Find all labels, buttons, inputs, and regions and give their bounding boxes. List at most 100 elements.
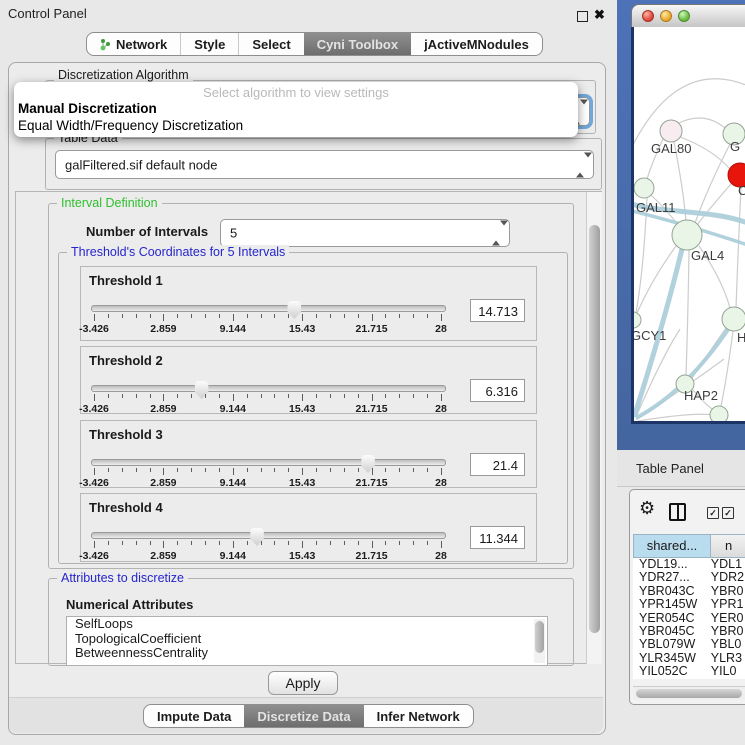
table-row[interactable]: YLR345WYLR3 [633, 652, 745, 665]
slider-track[interactable] [91, 459, 446, 466]
slider-track[interactable] [91, 532, 446, 539]
table-row[interactable]: YBR043CYBR0 [633, 585, 745, 598]
table-row[interactable]: YBR045CYBR0 [633, 625, 745, 638]
numerical-attributes-heading: Numerical Attributes [66, 597, 193, 612]
table-row[interactable]: YDR27...YDR2 [633, 571, 745, 584]
tab-label: Impute Data [157, 709, 231, 724]
spinner-arrows-icon [492, 226, 500, 241]
split-columns-icon[interactable] [669, 503, 686, 521]
algorithm-option-manual[interactable]: Manual Discretization [18, 101, 157, 116]
tick-label: 28 [435, 323, 447, 335]
network-node-label: HAP2 [684, 388, 718, 403]
attributes-title: Attributes to discretize [57, 571, 188, 585]
cell-name: YLR3 [706, 652, 745, 665]
tab-cyni-toolbox[interactable]: Cyni Toolbox [304, 33, 411, 55]
bottom-tab-infer-network[interactable]: Infer Network [364, 705, 473, 727]
network-node-label: G [730, 139, 740, 154]
cell-shared-name: YBL079W [633, 638, 706, 651]
slider-tick-labels: -3.4262.8599.14415.4321.71528 [94, 403, 441, 415]
tab-style[interactable]: Style [180, 33, 238, 55]
tab-label: jActiveMNodules [424, 37, 529, 52]
network-node-green[interactable] [710, 406, 728, 421]
tick-label: 9.144 [220, 323, 246, 335]
table-panel-window: ⚙ ✓ ✓ shared... n YDL19...YDL1YDR27...YD… [629, 489, 745, 705]
slider-ticks [94, 314, 441, 322]
algorithm-dropdown-popup: Select algorithm to view settings Manual… [14, 82, 578, 137]
table-body: YDL19...YDL1YDR27...YDR2YBR043CYBR0YPR14… [633, 558, 745, 679]
slider-tick-labels: -3.4262.8599.14415.4321.71528 [94, 323, 441, 335]
tick-label: 2.859 [150, 477, 176, 489]
table-panel-title: Table Panel [636, 461, 704, 476]
algorithm-option-equal-width[interactable]: Equal Width/Frequency Discretization [18, 118, 243, 133]
table-row[interactable]: YBL079WYBL0 [633, 638, 745, 651]
threshold-value-field[interactable]: 11.344 [470, 526, 525, 549]
tick-label: 21.715 [356, 323, 388, 335]
horizontal-scrollbar[interactable] [633, 686, 745, 700]
select-all-checkbox-icon[interactable]: ✓ [722, 507, 734, 519]
column-header-shared[interactable]: shared... [633, 534, 711, 558]
tick-label: -3.426 [79, 403, 109, 415]
slider-track[interactable] [91, 385, 446, 392]
vertical-scrollbar-thumb[interactable] [589, 225, 600, 633]
bottom-tab-bar: Impute Data Discretize DataInfer Network [143, 704, 474, 728]
tab-select[interactable]: Select [238, 33, 303, 55]
attribute-list-item[interactable]: TopologicalCoefficient [67, 632, 547, 647]
table-row[interactable]: YIL052CYIL0 [633, 665, 745, 678]
list-scrollbar[interactable] [534, 619, 545, 663]
tick-label: 21.715 [356, 403, 388, 415]
close-traffic-light-icon[interactable] [642, 10, 654, 22]
close-icon[interactable]: ✖ [594, 7, 605, 23]
num-intervals-spinner[interactable]: 5 [220, 219, 510, 247]
table-data-combobox[interactable]: galFiltered.sif default node [55, 150, 594, 179]
network-node-green[interactable] [722, 307, 745, 331]
list-scrollbar-thumb[interactable] [535, 621, 544, 653]
table-row[interactable]: YPR145WYPR1 [633, 598, 745, 611]
bottom-tab-impute-data[interactable]: Impute Data [144, 705, 244, 727]
table-data-value: galFiltered.sif default node [65, 157, 217, 172]
attribute-list-item[interactable]: SelfLoops [67, 617, 547, 632]
threshold-value-field[interactable]: 14.713 [470, 299, 525, 322]
network-edge [721, 331, 733, 406]
network-node-green[interactable] [634, 312, 641, 328]
minimize-traffic-light-icon[interactable] [660, 10, 672, 22]
network-icon [100, 38, 111, 51]
tick-label: 2.859 [150, 323, 176, 335]
top-tab-bar: NetworkStyleSelectCyni Toolbox jActiveMNo… [86, 32, 543, 56]
slider-tick-labels: -3.4262.8599.14415.4321.71528 [94, 550, 441, 562]
attribute-list-item[interactable]: BetweennessCentrality [67, 646, 547, 661]
vertical-scrollbar[interactable] [586, 192, 602, 664]
network-node-green[interactable] [672, 220, 702, 250]
network-node-pink[interactable] [660, 120, 682, 142]
zoom-traffic-light-icon[interactable] [678, 10, 690, 22]
settings-gear-icon[interactable]: ⚙ [639, 500, 655, 518]
network-edge [638, 414, 714, 421]
select-checkbox-icon[interactable]: ✓ [707, 507, 719, 519]
panel-title: Control Panel [8, 6, 87, 21]
slider-track[interactable] [91, 305, 446, 312]
num-intervals-value: 5 [230, 226, 237, 241]
bottom-tab-discretize-data[interactable]: Discretize Data [244, 705, 363, 727]
threshold-row-4: Threshold 4-3.4262.8599.14415.4321.71528… [80, 493, 537, 562]
cell-name: YBL0 [706, 638, 745, 651]
apply-button[interactable]: Apply [268, 671, 338, 695]
tick-label: 9.144 [220, 403, 246, 415]
cell-name: YER0 [706, 612, 745, 625]
num-intervals-label: Number of Intervals [86, 224, 208, 239]
table-row[interactable]: YDL19...YDL1 [633, 558, 745, 571]
tab-jactivemnodules[interactable]: jActiveMNodules [411, 33, 542, 55]
horizontal-scrollbar-thumb[interactable] [636, 689, 742, 698]
threshold-value-field[interactable]: 21.4 [470, 453, 525, 476]
network-edge [679, 118, 725, 128]
tick-label: 2.859 [150, 403, 176, 415]
table-row[interactable]: YER054CYER0 [633, 612, 745, 625]
threshold-value-field[interactable]: 6.316 [470, 379, 525, 402]
tab-network[interactable]: Network [87, 33, 180, 55]
combo-arrows-icon [576, 157, 584, 172]
network-view-canvas[interactable]: GAL80GCGAL11GAL4GCY1HHAP2 [631, 27, 745, 424]
column-header-name[interactable]: n [711, 534, 745, 558]
network-node-green[interactable] [634, 178, 654, 198]
network-window-titlebar[interactable] [631, 4, 745, 29]
cell-shared-name: YDR27... [633, 571, 706, 584]
network-graph[interactable]: GAL80GCGAL11GAL4GCY1HHAP2 [634, 27, 745, 421]
float-window-icon[interactable] [577, 11, 588, 22]
